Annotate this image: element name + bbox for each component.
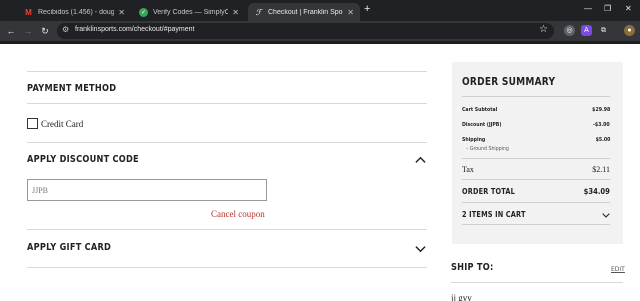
minimize-icon[interactable]: — — [584, 4, 592, 13]
chevron-down-icon[interactable] — [415, 243, 426, 254]
items-in-cart-label[interactable]: 2 ITEMS IN CART — [462, 210, 526, 219]
divider — [451, 282, 623, 283]
shipping-label: Shipping — [462, 137, 486, 143]
close-tab-icon[interactable]: ✕ — [347, 8, 354, 17]
order-total-value: $34.09 — [583, 187, 610, 196]
tab-title: Recibidos (1.456) - douglasqui — [38, 8, 115, 16]
page-top-bar — [0, 41, 640, 44]
gmail-icon: M — [25, 7, 32, 17]
ship-to-name: jj gyy — [451, 293, 472, 301]
order-summary-title: ORDER SUMMARY — [462, 75, 556, 88]
credit-card-checkbox[interactable] — [27, 118, 38, 129]
browser-toolbar: ← → ↻ ⚙ franklinsports.com/checkout/#pay… — [0, 21, 640, 41]
payment-method-title: PAYMENT METHOD — [27, 83, 117, 94]
divider — [27, 103, 427, 104]
tab-gmail[interactable]: M Recibidos (1.456) - douglasqui ✕ — [18, 3, 131, 21]
discount-value: -$3.00 — [593, 122, 610, 128]
restore-icon[interactable]: ❐ — [604, 4, 611, 13]
new-tab-icon[interactable]: + — [364, 3, 370, 15]
edit-shipping-link[interactable]: EDIT — [611, 266, 625, 273]
divider — [462, 96, 610, 97]
simplycodes-icon: ✓ — [139, 7, 148, 17]
reload-icon[interactable]: ↻ — [39, 25, 51, 37]
tab-title: Checkout | Franklin Sports — [268, 8, 344, 16]
close-window-icon[interactable]: ✕ — [625, 4, 632, 13]
divider — [27, 229, 427, 230]
divider — [462, 224, 610, 225]
divider — [462, 202, 610, 203]
profile-avatar[interactable]: ● — [624, 25, 635, 36]
cancel-coupon-link[interactable]: Cancel coupon — [211, 209, 265, 219]
divider — [462, 158, 610, 159]
forward-icon[interactable]: → — [22, 25, 34, 37]
ship-to-title: SHIP TO: — [451, 262, 494, 273]
discount-code-input[interactable] — [27, 179, 267, 201]
subtotal-label: Cart Subtotal — [462, 107, 498, 113]
credit-card-label[interactable]: Credit Card — [41, 119, 83, 129]
tab-simplycodes[interactable]: ✓ Verify Codes — SimplyCodes ✕ — [133, 3, 245, 21]
close-tab-icon[interactable]: ✕ — [118, 8, 125, 17]
extension-icon[interactable]: ◎ — [564, 25, 575, 36]
shipping-value: $5.00 — [595, 137, 610, 143]
subtotal-value: $29.98 — [591, 107, 610, 113]
tax-label: Tax — [462, 165, 474, 174]
back-icon[interactable]: ← — [5, 25, 17, 37]
close-tab-icon[interactable]: ✕ — [232, 8, 239, 17]
extensions-puzzle-icon[interactable]: ⧉ — [598, 25, 609, 36]
site-info-icon[interactable]: ⚙ — [62, 25, 69, 34]
bookmark-star-icon[interactable]: ☆ — [539, 24, 548, 35]
order-total-label: ORDER TOTAL — [462, 187, 515, 196]
divider — [27, 142, 427, 143]
gift-card-title[interactable]: APPLY GIFT CARD — [27, 242, 111, 253]
order-summary-panel: ORDER SUMMARY Cart Subtotal $29.98 Disco… — [452, 62, 623, 244]
browser-tab-bar: M Recibidos (1.456) - douglasqui ✕ ✓ Ver… — [0, 0, 640, 21]
address-bar[interactable]: ⚙ franklinsports.com/checkout/#payment ☆ — [57, 23, 554, 39]
discount-label: Discount (JJPB) — [462, 122, 502, 128]
franklin-icon: ℱ — [255, 7, 262, 17]
shipping-method: – Ground Shipping — [466, 146, 509, 152]
tab-franklin-checkout[interactable]: ℱ Checkout | Franklin Sports ✕ — [248, 3, 360, 21]
divider — [462, 179, 610, 180]
chevron-down-icon[interactable] — [602, 211, 610, 219]
extension-a-icon[interactable]: A — [581, 25, 592, 36]
chevron-up-icon[interactable] — [415, 155, 426, 166]
divider — [27, 71, 427, 72]
discount-code-title[interactable]: APPLY DISCOUNT CODE — [27, 154, 139, 165]
url-text[interactable]: franklinsports.com/checkout/#payment — [75, 26, 194, 33]
tax-value: $2.11 — [592, 165, 610, 174]
divider — [27, 267, 427, 268]
tab-title: Verify Codes — SimplyCodes — [153, 8, 229, 16]
